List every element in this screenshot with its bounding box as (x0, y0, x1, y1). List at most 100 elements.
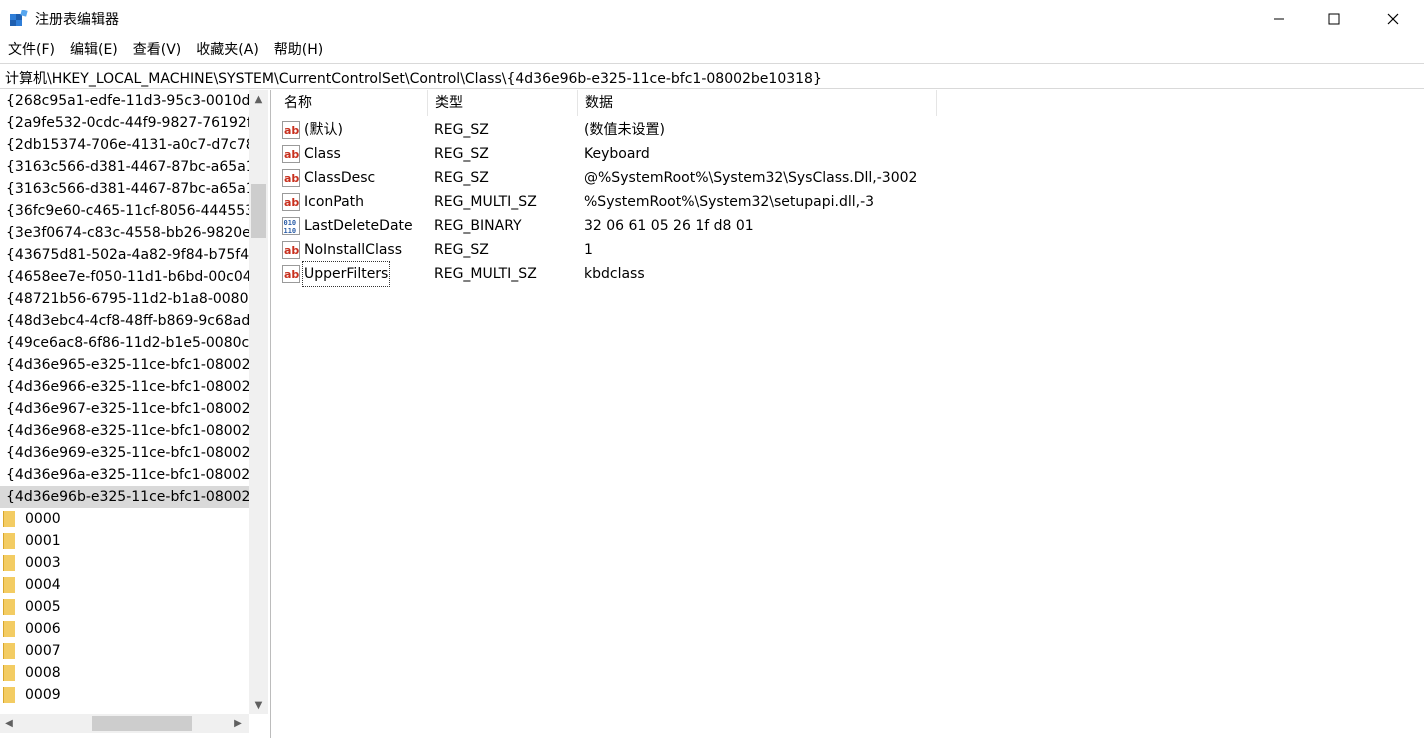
folder-icon (3, 599, 15, 615)
folder-icon (3, 555, 15, 571)
tree-key-selected[interactable]: {4d36e96b-e325-11ce-bfc1-08002be10318} (0, 486, 249, 508)
tree-key[interactable]: {4658ee7e-f050-11d1-b6bd-00c04fa372a7} (0, 266, 249, 288)
tree-subkey[interactable]: 0001 (0, 530, 249, 552)
tree-subkey[interactable]: 0009 (0, 684, 249, 706)
value-type: REG_MULTI_SZ (434, 266, 537, 282)
value-name: NoInstallClass (304, 242, 403, 258)
tree-horizontal-scrollbar[interactable]: ◀ ▶ (0, 714, 249, 733)
tree-key[interactable]: {4d36e96a-e325-11ce-bfc1-08002be10318} (0, 464, 249, 486)
value-row[interactable]: 010 110 LastDeleteDate REG_BINARY 32 06 6… (277, 214, 977, 238)
tree-key[interactable]: {43675d81-502a-4a82-9f84-b75f418c5dea} (0, 244, 249, 266)
value-name: LastDeleteDate (304, 218, 413, 234)
value-type: REG_MULTI_SZ (434, 194, 537, 210)
tree-vertical-scrollbar[interactable]: ▲ ▼ (249, 90, 268, 714)
menu-help[interactable]: 帮助(H) (266, 38, 330, 62)
minimize-button[interactable] (1250, 0, 1308, 38)
menu-favorites[interactable]: 收藏夹(A) (188, 38, 266, 62)
vertical-scroll-thumb[interactable] (251, 184, 266, 238)
address-bar[interactable]: 计算机\HKEY_LOCAL_MACHINE\SYSTEM\CurrentCon… (0, 63, 1424, 89)
column-header-name[interactable]: 名称 (277, 90, 428, 116)
chevron-down-icon: ▼ (254, 699, 263, 711)
folder-icon (3, 643, 15, 659)
tree-key[interactable]: {268c95a1-edfe-11d3-95c3-0010dc4050a5} (0, 90, 249, 112)
minimize-icon (1274, 18, 1284, 20)
value-data: (数值未设置) (584, 122, 665, 138)
value-row[interactable]: ab NoInstallClass REG_SZ 1 (277, 238, 977, 262)
folder-icon (3, 621, 15, 637)
tree-subkey[interactable]: 0005 (0, 596, 249, 618)
string-value-icon: ab (282, 265, 300, 283)
column-header-data[interactable]: 数据 (578, 90, 937, 116)
tree-key[interactable]: {3e3f0674-c83c-4558-bb26-9820e1eba5c5} (0, 222, 249, 244)
tree-subkey-label: 0006 (25, 621, 61, 637)
value-row[interactable]: ab Class REG_SZ Keyboard (277, 142, 977, 166)
tree-key[interactable]: {4d36e966-e325-11ce-bfc1-08002be10318} (0, 376, 249, 398)
tree-subkey[interactable]: 0008 (0, 662, 249, 684)
value-row-focused[interactable]: ab UpperFilters REG_MULTI_SZ kbdclass (277, 261, 977, 287)
string-value-icon: ab (282, 121, 300, 139)
key-tree-pane: {268c95a1-edfe-11d3-95c3-0010dc4050a5} {… (0, 90, 271, 738)
string-value-icon: ab (282, 145, 300, 163)
svg-text:ab: ab (284, 196, 299, 209)
value-data: 32 06 61 05 26 1f d8 01 (584, 218, 754, 234)
tree-key[interactable]: {49ce6ac8-6f86-11d2-b1e5-0080c72e74a2} (0, 332, 249, 354)
svg-text:ab: ab (284, 124, 299, 137)
tree-key[interactable]: {4d36e968-e325-11ce-bfc1-08002be10318} (0, 420, 249, 442)
value-row[interactable]: ab (默认) REG_SZ (数值未设置) (277, 118, 977, 142)
tree-key[interactable]: {36fc9e60-c465-11cf-8056-444553540000} (0, 200, 249, 222)
svg-text:ab: ab (284, 244, 299, 257)
menu-file[interactable]: 文件(F) (0, 38, 62, 62)
tree-subkey[interactable]: 0000 (0, 508, 249, 530)
string-value-icon: ab (282, 193, 300, 211)
maximize-button[interactable] (1305, 0, 1363, 38)
value-type: REG_SZ (434, 146, 489, 162)
string-value-icon: ab (282, 241, 300, 259)
chevron-left-icon: ◀ (5, 718, 13, 729)
folder-icon (3, 687, 15, 703)
value-data: kbdclass (584, 266, 645, 282)
tree-subkey[interactable]: 0003 (0, 552, 249, 574)
value-row[interactable]: ab IconPath REG_MULTI_SZ %SystemRoot%\Sy… (277, 190, 977, 214)
folder-icon (3, 665, 15, 681)
tree-key[interactable]: {3163c566-d381-4467-87bc-a65a18d5b649} (0, 178, 249, 200)
tree-key[interactable]: {48721b56-6795-11d2-b1a8-0080c72e74a2} (0, 288, 249, 310)
value-row[interactable]: ab ClassDesc REG_SZ @%SystemRoot%\System… (277, 166, 977, 190)
scroll-left-button[interactable]: ◀ (0, 714, 18, 733)
key-tree: {268c95a1-edfe-11d3-95c3-0010dc4050a5} {… (0, 90, 249, 714)
tree-key[interactable]: {3163c566-d381-4467-87bc-a65a18d5b648} (0, 156, 249, 178)
tree-subkey-label: 0000 (25, 511, 61, 527)
address-path[interactable]: 计算机\HKEY_LOCAL_MACHINE\SYSTEM\CurrentCon… (5, 68, 822, 88)
menu-view[interactable]: 查看(V) (125, 38, 189, 62)
value-type: REG_BINARY (434, 218, 522, 234)
close-icon (1387, 13, 1399, 25)
tree-subkey[interactable]: 0007 (0, 640, 249, 662)
window-title: 注册表编辑器 (35, 12, 119, 28)
tree-key[interactable]: {4d36e967-e325-11ce-bfc1-08002be10318} (0, 398, 249, 420)
value-data: Keyboard (584, 146, 650, 162)
tree-key[interactable]: {2a9fe532-0cdc-44f9-9827-76192f2ca2fb} (0, 112, 249, 134)
tree-subkey[interactable]: 0006 (0, 618, 249, 640)
svg-text:ab: ab (284, 268, 299, 281)
svg-text:ab: ab (284, 148, 299, 161)
close-button[interactable] (1364, 0, 1422, 38)
tree-key[interactable]: {4d36e969-e325-11ce-bfc1-08002be10318} (0, 442, 249, 464)
horizontal-scroll-thumb[interactable] (92, 716, 192, 731)
svg-text:010: 010 (284, 219, 297, 227)
tree-subkey-label: 0004 (25, 577, 61, 593)
tree-key[interactable]: {4d36e965-e325-11ce-bfc1-08002be10318} (0, 354, 249, 376)
scroll-up-button[interactable]: ▲ (249, 90, 268, 108)
menu-edit[interactable]: 编辑(E) (62, 38, 125, 62)
value-type: REG_SZ (434, 242, 489, 258)
value-data: @%SystemRoot%\System32\SysClass.Dll,-300… (584, 170, 918, 186)
scroll-down-button[interactable]: ▼ (249, 696, 268, 714)
column-header-type[interactable]: 类型 (428, 90, 578, 116)
chevron-up-icon: ▲ (254, 93, 263, 105)
svg-text:ab: ab (284, 172, 299, 185)
tree-key[interactable]: {48d3ebc4-4cf8-48ff-b869-9c68ad42eb9f} (0, 310, 249, 332)
maximize-icon (1328, 13, 1340, 25)
scroll-right-button[interactable]: ▶ (229, 714, 247, 733)
tree-subkey[interactable]: 0004 (0, 574, 249, 596)
title-bar: 注册表编辑器 (0, 0, 1424, 38)
string-value-icon: ab (282, 169, 300, 187)
tree-key[interactable]: {2db15374-706e-4131-a0c7-d7c78eb0289a} (0, 134, 249, 156)
